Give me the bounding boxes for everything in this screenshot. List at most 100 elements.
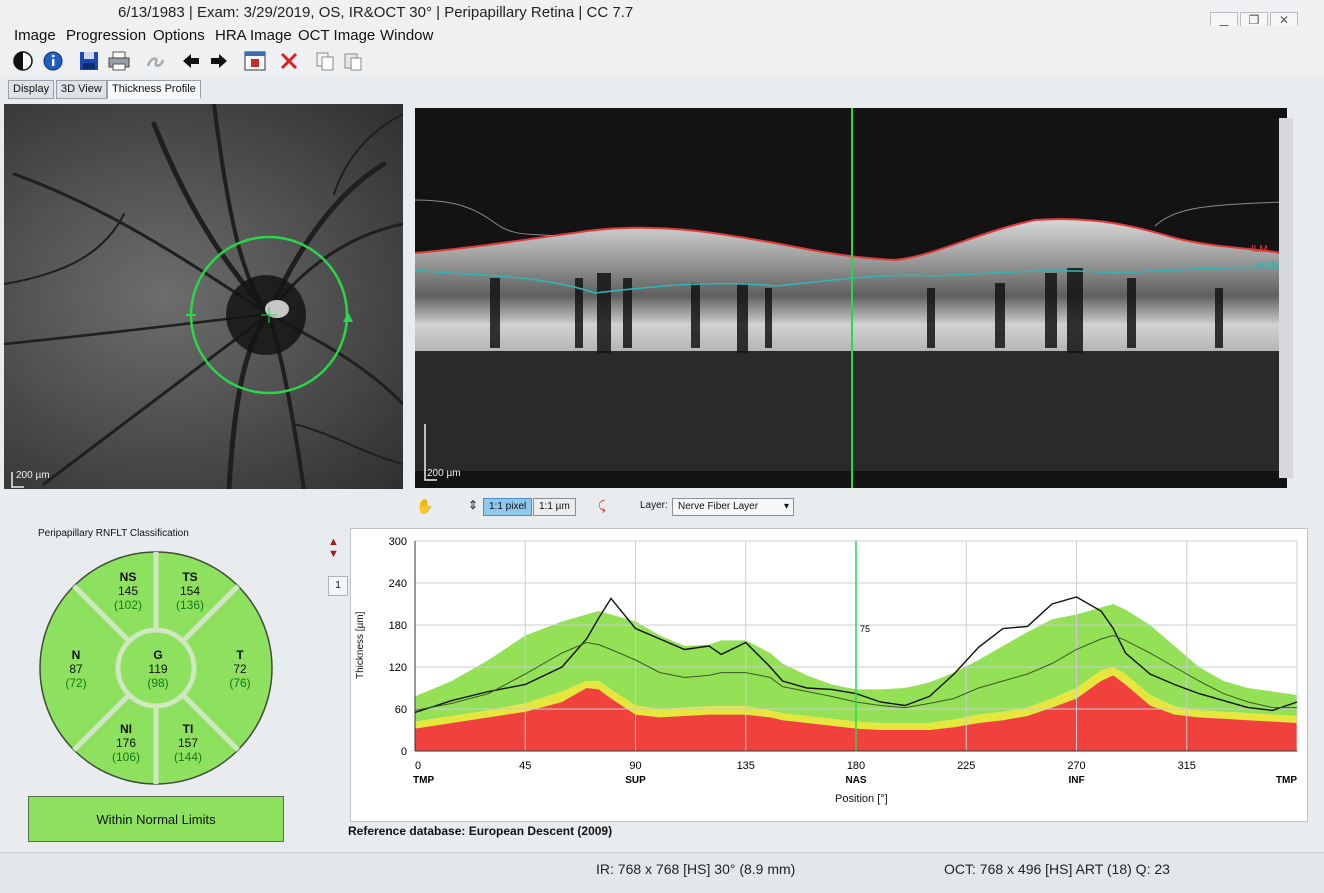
sector-g[interactable]: G 119 (98) [136,648,180,690]
sector-ns-ref: (102) [113,598,142,612]
xtick-label-5: 225 [957,760,975,772]
chevron-down-icon: ▾ [783,501,789,512]
oct-drawing [415,108,1287,488]
sector-ts[interactable]: TS 154 (136) [168,570,212,612]
region-label-2: NAS [845,775,866,786]
ytick-label-2: 120 [389,662,407,674]
edit-icon[interactable] [142,48,168,74]
scale-um-button[interactable]: 1:1 µm [533,498,576,516]
sector-n-ref: (72) [65,676,87,690]
minimize-icon: ▁ [1219,13,1229,27]
thickness-chart-svg: 0 60 120 180 240 300 0 45 90 135 180 225 270 315 TMP SU… [389,536,1298,786]
sector-g-name: G [153,648,163,662]
region-label-3: INF [1068,775,1084,786]
sector-g-value: 119 [148,662,168,676]
chart-xlabel: Position [°] [835,793,888,805]
window-title: 6/13/1983 | Exam: 3/29/2019, OS, IR&OCT … [118,4,634,21]
ytick-label-5: 300 [389,536,407,548]
oct-scrollbar[interactable] [1279,118,1293,478]
layer-label: Layer: [640,500,668,511]
cursor-value-label: 75 [860,624,870,634]
contrast-icon[interactable] [10,48,36,74]
menu-bar: Image Progression Options HRA Image OCT … [0,26,1324,46]
sector-ts-name: TS [182,570,198,584]
info-icon[interactable] [40,48,66,74]
selected-index: 1 [328,576,348,596]
sector-n-name: N [71,648,81,662]
save-icon[interactable] [76,48,102,74]
menu-progression[interactable]: Progression [66,27,146,44]
fundus-image[interactable]: 200 µm [4,104,403,489]
forward-arrow-icon[interactable] [206,48,232,74]
sector-t-ref: (76) [229,676,251,690]
hand-tool-icon[interactable]: ✋ [416,498,433,515]
ytick-label-4: 240 [389,578,407,590]
xtick-label-0: 0 [415,760,421,772]
xtick-label-1: 45 [519,760,531,772]
oct-info: OCT: 768 x 496 [HS] ART (18) Q: 23 [944,861,1170,877]
vertical-resize-icon[interactable]: ⇕ [468,498,478,512]
xtick-label-3: 135 [737,760,755,772]
sector-n-value: 87 [69,662,83,676]
menu-window[interactable]: Window [380,27,433,44]
arrow-down-icon[interactable]: ▼ [328,548,339,560]
menu-image[interactable]: Image [14,27,56,44]
sector-ni[interactable]: NI 176 (106) [104,722,148,764]
tab-thickness-profile[interactable]: Thickness Profile [107,80,201,99]
ytick-label-3: 180 [389,620,407,632]
toolbar [0,46,1324,76]
sector-t-value: 72 [233,662,247,676]
region-label-4: TMP [1276,775,1297,786]
sector-stepper[interactable]: ▲ ▼ [328,536,339,560]
fundus-drawing [4,104,403,489]
delete-icon[interactable] [276,48,302,74]
pointer-tool-icon[interactable]: ⤹ [598,498,606,514]
menu-hra-image[interactable]: HRA Image [215,27,292,44]
region-label-0: TMP [413,775,434,786]
sector-ns[interactable]: NS 145 (102) [106,570,150,612]
ytick-label-1: 60 [395,704,407,716]
close-icon: ✕ [1278,13,1290,27]
menu-oct-image[interactable]: OCT Image [298,27,375,44]
ytick-label-0: 0 [401,746,407,758]
report-icon[interactable] [242,48,268,74]
xtick-label-7: 315 [1178,760,1196,772]
oct-scale-label: 200 µm [427,468,461,479]
print-icon[interactable] [106,48,132,74]
copy-icon[interactable] [312,48,338,74]
back-arrow-icon[interactable] [178,48,204,74]
profile-controls: ✋ ⇕ 1:1 pixel 1:1 µm ⤹ Layer: Nerve Fibe… [410,496,1300,518]
sector-ti-name: TI [182,722,194,736]
ilm-label: ILM [1251,244,1268,255]
ir-info: IR: 768 x 768 [HS] 30° (8.9 mm) [596,861,796,877]
oct-bscan-image[interactable]: 200 µm ILM RNFL [415,108,1287,488]
region-label-1: SUP [625,775,646,786]
menu-options[interactable]: Options [153,27,205,44]
sector-ns-value: 145 [117,584,139,598]
thickness-profile-chart[interactable]: 0 60 120 180 240 300 0 45 90 135 180 225 270 315 TMP SU… [350,528,1308,822]
layer-select-value: Nerve Fiber Layer [678,501,759,512]
sector-t[interactable]: T 72 (76) [220,648,260,690]
title-bar: 6/13/1983 | Exam: 3/29/2019, OS, IR&OCT … [0,0,1324,30]
sector-ti[interactable]: TI 157 (144) [166,722,210,764]
chart-ylabel: Thickness [µm] [355,611,366,679]
status-bar: IR: 768 x 768 [HS] 30° (8.9 mm) OCT: 768… [0,852,1324,893]
sector-g-ref: (98) [147,676,169,690]
rnflt-classification-panel: Peripapillary RNFLT Classification NS 14… [28,528,293,828]
classification-title: Peripapillary RNFLT Classification [38,528,189,539]
sector-ts-value: 154 [179,584,201,598]
sector-n[interactable]: N 87 (72) [56,648,96,690]
xtick-label-6: 270 [1067,760,1085,772]
sector-t-name: T [236,648,244,662]
tab-3d-view[interactable]: 3D View [56,80,107,99]
sector-ts-ref: (136) [175,598,204,612]
xtick-label-4: 180 [847,760,865,772]
layer-select[interactable]: Nerve Fiber Layer ▾ [672,498,794,516]
arrow-up-icon[interactable]: ▲ [328,536,339,548]
maximize-icon: ❐ [1248,13,1260,27]
sector-ni-value: 176 [115,736,137,750]
sector-ti-value: 157 [177,736,199,750]
paste-icon[interactable] [340,48,366,74]
scale-pixel-button[interactable]: 1:1 pixel [483,498,533,516]
tab-display[interactable]: Display [8,80,55,99]
